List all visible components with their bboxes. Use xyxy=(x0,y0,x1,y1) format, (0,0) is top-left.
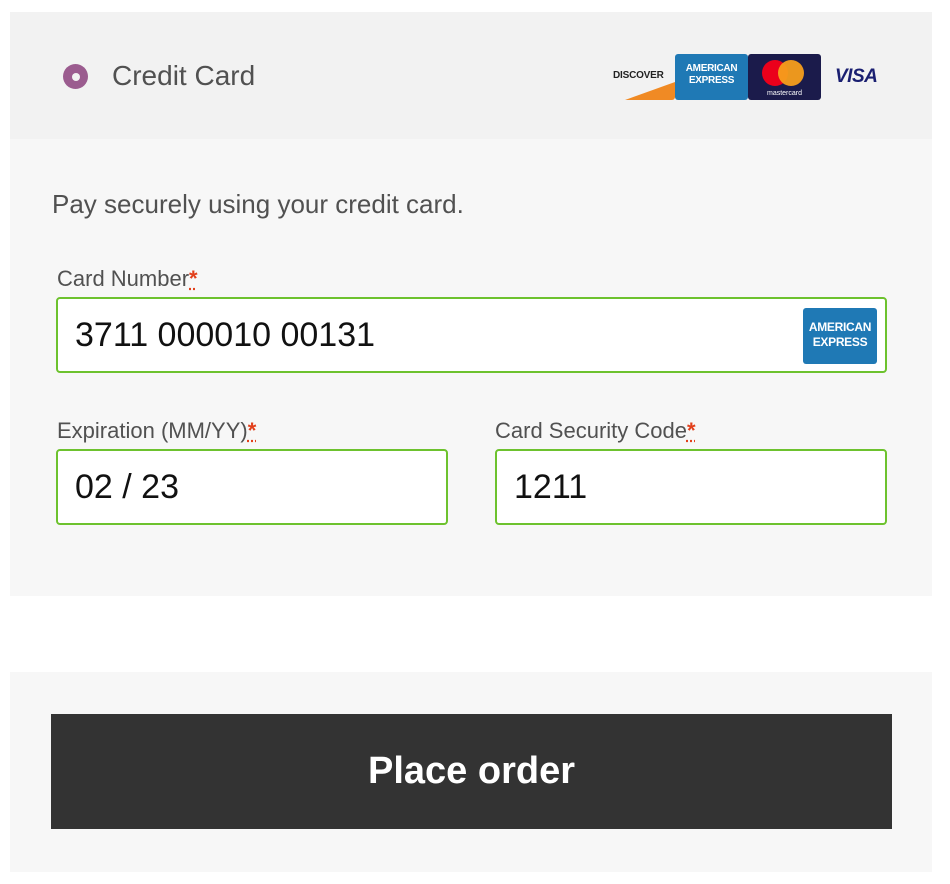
security-code-label: Card Security Code* xyxy=(495,418,696,443)
discover-logo-icon: DISCOVER xyxy=(602,54,675,100)
mastercard-logo-icon: mastercard xyxy=(748,54,821,100)
payment-description: Pay securely using your credit card. xyxy=(52,189,464,219)
amex-card-type-icon: AMERICAN EXPRESS xyxy=(803,308,877,364)
expiration-input[interactable]: 02 / 23 xyxy=(56,449,448,525)
payment-method-box: Credit Card DISCOVER AMERICAN EXPRESS ma… xyxy=(10,12,932,596)
place-order-button[interactable]: Place order xyxy=(51,714,892,829)
security-code-input[interactable]: 1211 xyxy=(495,449,887,525)
payment-method-header[interactable]: Credit Card DISCOVER AMERICAN EXPRESS ma… xyxy=(10,12,932,139)
card-number-input[interactable]: 3711 000010 00131 AMERICAN EXPRESS xyxy=(56,297,887,373)
required-indicator: * xyxy=(189,266,198,291)
card-logos: DISCOVER AMERICAN EXPRESS mastercard VIS… xyxy=(602,54,894,100)
amex-logo-icon: AMERICAN EXPRESS xyxy=(675,54,748,100)
visa-logo-icon: VISA xyxy=(821,54,894,100)
required-indicator: * xyxy=(686,418,696,443)
credit-card-radio[interactable] xyxy=(63,64,88,89)
payment-method-label[interactable]: Credit Card xyxy=(112,60,255,92)
place-order-area: Place order xyxy=(10,672,932,872)
required-indicator: * xyxy=(247,418,257,443)
expiration-label: Expiration (MM/YY)* xyxy=(57,418,257,443)
card-number-label: Card Number* xyxy=(57,266,198,291)
